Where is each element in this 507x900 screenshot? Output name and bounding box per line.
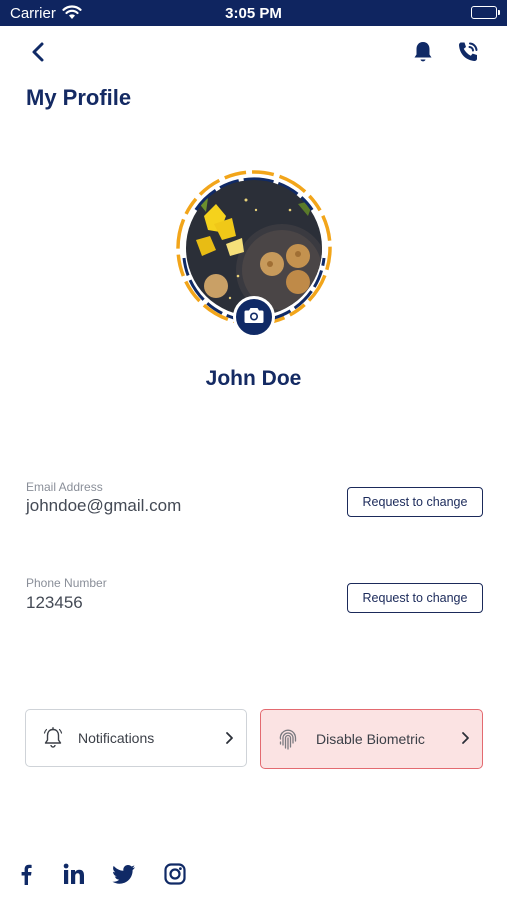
email-label: Email Address [26, 480, 103, 494]
disable-biometric-card[interactable]: Disable Biometric [260, 709, 483, 769]
phone-value: 123456 [26, 593, 83, 612]
fingerprint-icon [278, 727, 298, 756]
linkedin-icon[interactable] [62, 862, 86, 886]
twitter-icon[interactable] [112, 862, 136, 886]
notifications-card[interactable]: Notifications [25, 709, 247, 767]
bell-outline-icon [43, 727, 63, 754]
status-bar: Carrier 3:05 PM [0, 0, 507, 26]
status-time: 3:05 PM [225, 5, 282, 22]
instagram-icon[interactable] [163, 862, 187, 886]
page-title: My Profile [26, 85, 132, 110]
phone-icon[interactable] [456, 40, 480, 64]
email-change-button[interactable]: Request to change [347, 487, 483, 517]
back-chevron-icon[interactable] [28, 40, 50, 64]
phone-label: Phone Number [26, 576, 107, 590]
disable-biometric-label: Disable Biometric [316, 731, 425, 747]
bell-icon[interactable] [412, 40, 434, 64]
camera-button[interactable] [233, 296, 275, 338]
notifications-label: Notifications [78, 730, 155, 746]
chevron-right-icon [460, 731, 470, 750]
battery-icon [471, 6, 500, 19]
profile-name: John Doe [205, 367, 302, 390]
chevron-right-icon [224, 731, 234, 750]
camera-icon [244, 306, 264, 329]
facebook-icon[interactable] [17, 862, 35, 886]
phone-change-button[interactable]: Request to change [347, 583, 483, 613]
email-value: johndoe@gmail.com [26, 496, 182, 515]
